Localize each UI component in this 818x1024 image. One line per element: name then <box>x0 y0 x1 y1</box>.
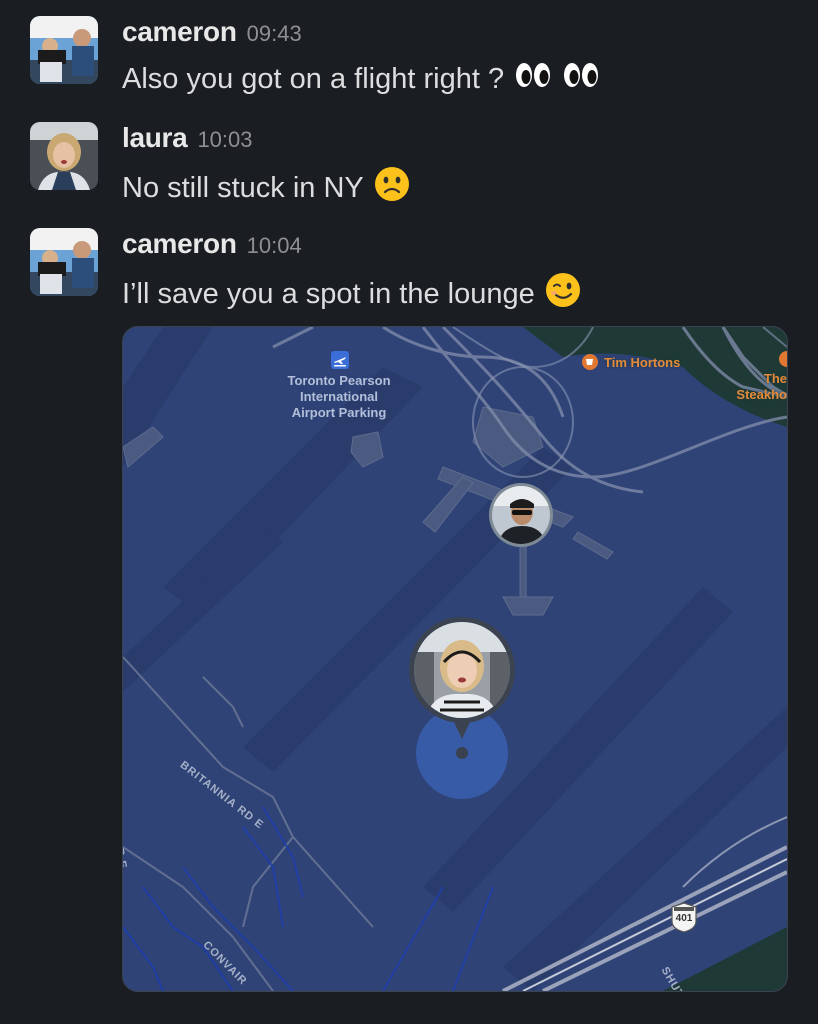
highway-shield-icon: 401 <box>669 901 699 933</box>
coffee-icon[interactable] <box>582 354 598 370</box>
location-pin-cameron[interactable] <box>489 483 553 547</box>
avatar-laura[interactable] <box>30 122 98 190</box>
author-name[interactable]: cameron <box>122 16 237 48</box>
map-label-steakhouse[interactable]: The Steakho <box>719 371 787 403</box>
map-label-airport[interactable]: Toronto Pearson International Airport Pa… <box>269 373 409 421</box>
slightly-frowning-face-emoji <box>374 166 410 210</box>
author-name[interactable]: laura <box>122 122 188 154</box>
avatar-cameron[interactable] <box>30 228 98 296</box>
airport-icon[interactable] <box>331 351 349 369</box>
eyes-emoji <box>562 60 600 98</box>
message: cameron 10:04 I’ll save you a spot in th… <box>30 228 790 310</box>
winking-face-emoji <box>545 272 581 316</box>
map-attachment[interactable]: Toronto Pearson International Airport Pa… <box>122 326 788 992</box>
message-text: Also you got on a flight right ? <box>122 62 505 95</box>
highway-number: 401 <box>675 913 693 924</box>
message: laura 10:03 No still stuck in NY <box>30 122 790 204</box>
avatar-cameron[interactable] <box>30 16 98 84</box>
message-timestamp[interactable]: 09:43 <box>247 21 302 47</box>
map-label-tim-hortons[interactable]: Tim Hortons <box>604 355 680 371</box>
location-pin-laura[interactable] <box>409 617 515 723</box>
author-name[interactable]: cameron <box>122 228 237 260</box>
restaurant-icon[interactable] <box>779 351 787 367</box>
message-text: No still stuck in NY <box>122 171 364 204</box>
message-timestamp[interactable]: 10:03 <box>197 127 252 153</box>
avatar <box>492 486 550 544</box>
eyes-emoji <box>514 60 552 98</box>
avatar <box>414 622 510 718</box>
message-text: I’ll save you a spot in the lounge <box>122 277 535 310</box>
message-timestamp[interactable]: 10:04 <box>247 233 302 259</box>
message: cameron 09:43 Also you got on a flight r… <box>30 16 790 96</box>
